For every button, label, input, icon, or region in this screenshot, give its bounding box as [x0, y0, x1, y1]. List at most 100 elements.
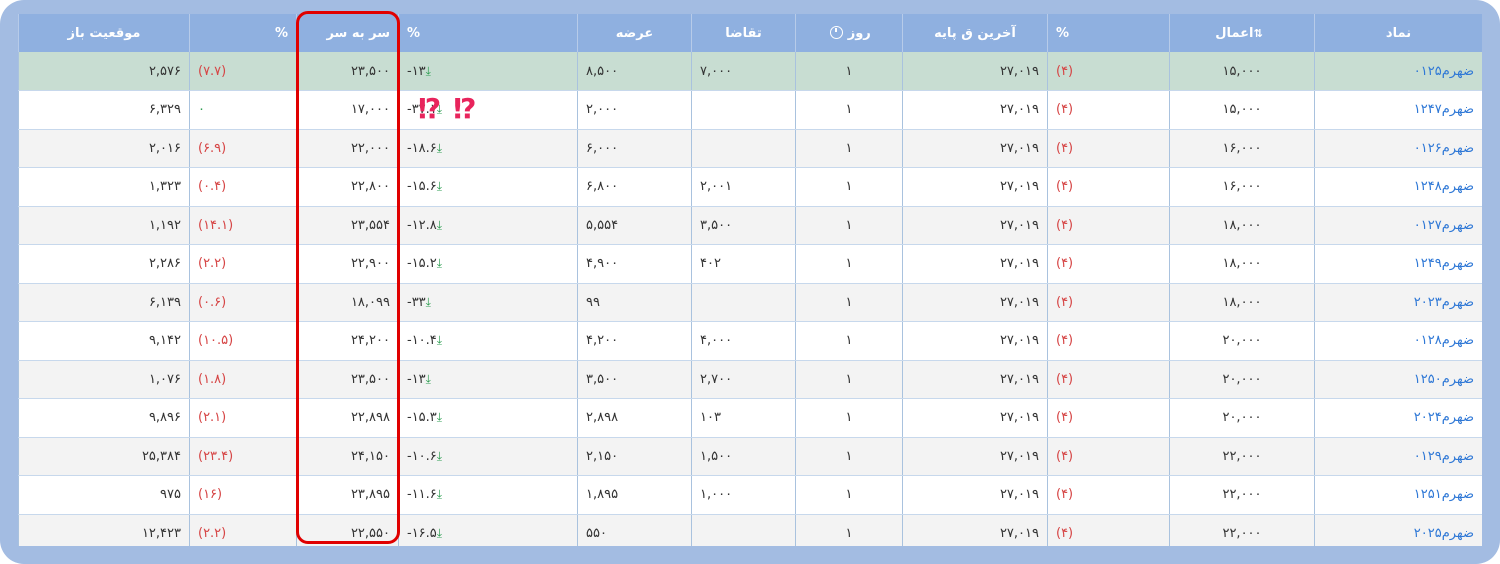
table-row[interactable]: ضهرم۱۲۴۸ ۱۶,۰۰۰ (۴) ۲۷,۰۱۹ ۱ ۲,۰۰۱ ۶,۸۰۰ -۱۵.۶⤓… [18, 167, 1482, 207]
pct-change: (۴) [1047, 90, 1170, 130]
header-pct3[interactable]: % [189, 14, 297, 52]
pct2-value: -۱۰.۴ [407, 333, 437, 349]
pct2-value: -۱۲.۸ [407, 217, 437, 233]
supply-value: ۲,۱۵۰ [577, 437, 692, 476]
table-row[interactable]: ضهرم۰۱۲۹ ۲۲,۰۰۰ (۴) ۲۷,۰۱۹ ۱ ۱,۵۰۰ ۲,۱۵۰ -۱۰.۶⤓… [18, 437, 1482, 476]
demand-value [691, 129, 796, 168]
symbol-link[interactable]: ضهرم۰۱۲۷ [1314, 206, 1482, 245]
breakeven-value: ۲۳,۵۰۰ [296, 52, 399, 91]
header-last-base[interactable]: آخرین ق پایه [902, 14, 1048, 52]
days-remaining: ۱ [795, 475, 903, 515]
symbol-link[interactable]: ضهرم۰۱۲۵ [1314, 52, 1482, 91]
header-symbol[interactable]: نماد [1314, 14, 1482, 52]
table-row[interactable]: ضهرم۱۲۴۷ ۱۵,۰۰۰ (۴) ۲۷,۰۱۹ ۱ ۲,۰۰۰ -۳۷.۱⤓ ۱۷,۰۰… [18, 90, 1482, 130]
pct2-value: -۱۰.۶ [407, 448, 437, 464]
pct2-cell: -۳۳⤓ [398, 283, 578, 322]
demand-value: ۲,۷۰۰ [691, 360, 796, 399]
options-table-container: نماد ⇅اعمال % آخرین ق پایه روز تقاضا عرض… [18, 14, 1482, 546]
table-row[interactable]: ضهرم۰۱۲۷ ۱۸,۰۰۰ (۴) ۲۷,۰۱۹ ۱ ۳,۵۰۰ ۵,۵۵۴ -۱۲.۸⤓… [18, 206, 1482, 245]
supply-value: ۶,۰۰۰ [577, 129, 692, 168]
arrow-down-icon: ⤓ [436, 179, 443, 194]
open-position-value: ۱,۰۷۶ [18, 360, 190, 399]
arrow-down-icon: ⤓ [436, 256, 443, 271]
header-days[interactable]: روز [795, 14, 903, 52]
pct2-value: -۱۸.۶ [407, 140, 437, 156]
last-base-price: ۲۷,۰۱۹ [902, 167, 1048, 207]
exercise-price: ۱۶,۰۰۰ [1169, 167, 1315, 207]
demand-value: ۱,۵۰۰ [691, 437, 796, 476]
header-exercise[interactable]: ⇅اعمال [1169, 14, 1315, 52]
open-position-value: ۱۲,۴۲۳ [18, 514, 190, 546]
pct2-value: -۱۱.۶ [407, 487, 437, 503]
last-base-price: ۲۷,۰۱۹ [902, 437, 1048, 476]
pct-change: (۴) [1047, 129, 1170, 168]
table-row[interactable]: ضهرم۲۰۲۴ ۲۰,۰۰۰ (۴) ۲۷,۰۱۹ ۱ ۱۰۳ ۲,۸۹۸ -۱۵.۳⤓ ۲۲… [18, 398, 1482, 438]
pct3-value: (۲.۱) [189, 398, 297, 438]
symbol-link[interactable]: ضهرم۱۲۵۱ [1314, 475, 1482, 515]
symbol-link[interactable]: ضهرم۲۰۲۴ [1314, 398, 1482, 438]
open-position-value: ۶,۳۲۹ [18, 90, 190, 130]
header-demand[interactable]: تقاضا [691, 14, 796, 52]
pct3-value: (۱۰.۵) [189, 321, 297, 361]
pct2-cell: -۱۳⤓ [398, 52, 578, 91]
symbol-link[interactable]: ضهرم۲۰۲۳ [1314, 283, 1482, 322]
exercise-price: ۱۸,۰۰۰ [1169, 283, 1315, 322]
pct-change: (۴) [1047, 437, 1170, 476]
exercise-price: ۱۸,۰۰۰ [1169, 206, 1315, 245]
pct2-value: -۳۳ [407, 294, 426, 310]
table-row[interactable]: ضهرم۲۰۲۳ ۱۸,۰۰۰ (۴) ۲۷,۰۱۹ ۱ ۹۹ -۳۳⤓ ۱۸,۰۹۹ (۰.۶… [18, 283, 1482, 322]
demand-value: ۱۰۳ [691, 398, 796, 438]
table-row[interactable]: ضهرم۰۱۲۸ ۲۰,۰۰۰ (۴) ۲۷,۰۱۹ ۱ ۴,۰۰۰ ۴,۲۰۰ -۱۰.۴⤓… [18, 321, 1482, 361]
arrow-down-icon: ⤓ [436, 217, 443, 232]
pct2-cell: -۱۸.۶⤓ [398, 129, 578, 168]
open-position-value: ۹۷۵ [18, 475, 190, 515]
symbol-link[interactable]: ضهرم۰۱۲۶ [1314, 129, 1482, 168]
open-position-value: ۹,۸۹۶ [18, 398, 190, 438]
symbol-link[interactable]: ضهرم۰۱۲۸ [1314, 321, 1482, 361]
symbol-link[interactable]: ضهرم۱۲۴۹ [1314, 244, 1482, 284]
symbol-link[interactable]: ضهرم۱۲۴۸ [1314, 167, 1482, 207]
arrow-down-icon: ⤓ [425, 63, 431, 78]
last-base-price: ۲۷,۰۱۹ [902, 360, 1048, 399]
header-breakeven[interactable]: سر به سر [296, 14, 399, 52]
supply-value: ۵,۵۵۴ [577, 206, 692, 245]
header-pct[interactable]: % [1047, 14, 1170, 52]
table-row[interactable]: ضهرم۱۲۵۰ ۲۰,۰۰۰ (۴) ۲۷,۰۱۹ ۱ ۲,۷۰۰ ۳,۵۰۰ -۱۳⤓ ۲۳… [18, 360, 1482, 399]
symbol-link[interactable]: ضهرم۲۰۲۵ [1314, 514, 1482, 546]
table-row[interactable]: ضهرم۰۱۲۶ ۱۶,۰۰۰ (۴) ۲۷,۰۱۹ ۱ ۶,۰۰۰ -۱۸.۶⤓ ۲۲,۰۰… [18, 129, 1482, 168]
open-position-value: ۱,۱۹۲ [18, 206, 190, 245]
header-supply[interactable]: عرضه [577, 14, 692, 52]
supply-value: ۳,۵۰۰ [577, 360, 692, 399]
demand-value [691, 90, 796, 130]
pct3-value: (۰.۴) [189, 167, 297, 207]
pct-change: (۴) [1047, 321, 1170, 361]
days-remaining: ۱ [795, 514, 903, 546]
pct2-cell: -۱۵.۳⤓ [398, 398, 578, 438]
pct3-value: (۱۴.۱) [189, 206, 297, 245]
pct-change: (۴) [1047, 244, 1170, 284]
table-row[interactable]: ضهرم۲۰۲۵ ۲۲,۰۰۰ (۴) ۲۷,۰۱۹ ۱ ۵۵۰ -۱۶.۵⤓ ۲۲,۵۵۰(… [18, 514, 1482, 546]
demand-value: ۱,۰۰۰ [691, 475, 796, 515]
pct3-value: (۰.۶) [189, 283, 297, 322]
table-row[interactable]: ضهرم۱۲۴۹ ۱۸,۰۰۰ (۴) ۲۷,۰۱۹ ۱ ۴۰۲ ۴,۹۰۰ -۱۵.۲⤓ ۲۲… [18, 244, 1482, 284]
sort-icon[interactable]: ⇅ [1254, 27, 1263, 40]
header-open-position[interactable]: موقعیت باز [18, 14, 190, 52]
exercise-price: ۱۵,۰۰۰ [1169, 52, 1315, 91]
symbol-link[interactable]: ضهرم۰۱۲۹ [1314, 437, 1482, 476]
arrow-down-icon: ⤓ [425, 294, 431, 309]
symbol-link[interactable]: ضهرم۱۲۵۰ [1314, 360, 1482, 399]
clock-icon [830, 25, 844, 39]
open-position-value: ۹,۱۴۲ [18, 321, 190, 361]
table-row[interactable]: ضهرم۱۲۵۱ ۲۲,۰۰۰ (۴) ۲۷,۰۱۹ ۱ ۱,۰۰۰ ۱,۸۹۵ -۱۱.۶⤓… [18, 475, 1482, 515]
demand-value [691, 514, 796, 546]
table-row[interactable]: ضهرم۰۱۲۵ ۱۵,۰۰۰ (۴) ۲۷,۰۱۹ ۱ ۷,۰۰۰ ۸,۵۰۰ -۱۳⤓ ۲۳… [18, 52, 1482, 91]
supply-value: ۲,۸۹۸ [577, 398, 692, 438]
header-pct2[interactable]: % [398, 14, 578, 52]
breakeven-value: ۲۳,۸۹۵ [296, 475, 399, 515]
supply-value: ۴,۲۰۰ [577, 321, 692, 361]
days-remaining: ۱ [795, 437, 903, 476]
exercise-price: ۲۲,۰۰۰ [1169, 514, 1315, 546]
symbol-link[interactable]: ضهرم۱۲۴۷ [1314, 90, 1482, 130]
open-position-value: ۲,۰۱۶ [18, 129, 190, 168]
pct-change: (۴) [1047, 206, 1170, 245]
